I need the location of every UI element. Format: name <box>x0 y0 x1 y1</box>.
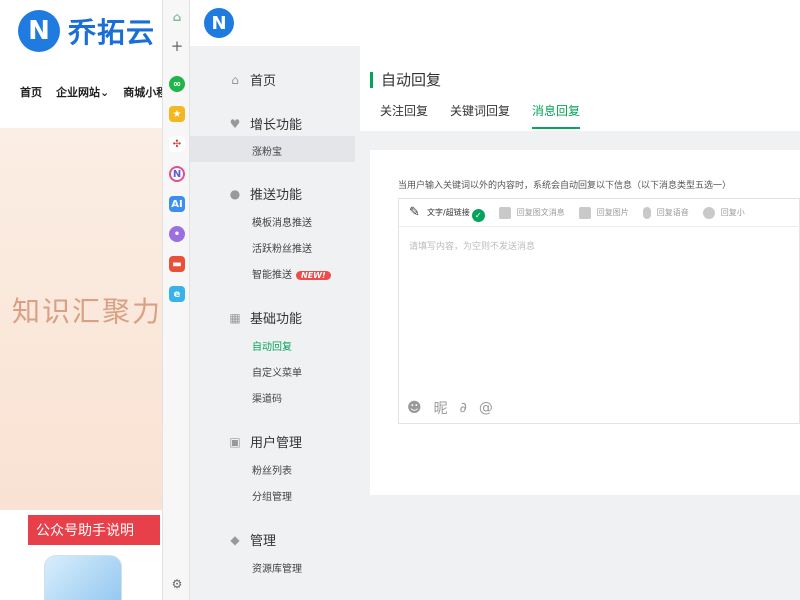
grid-icon: ▦ <box>229 310 241 325</box>
settings-gear-icon[interactable]: ⚙ <box>169 576 185 592</box>
sidebar-group-label: 用户管理 <box>250 436 303 451</box>
tab-follow-reply[interactable]: 关注回复 <box>380 102 428 129</box>
sidebar: ⌂ 首页 ♥ 增长功能 涨粉宝 ● 推送功能 模板消息推送 活跃粉丝推送 智能推… <box>190 46 360 600</box>
sidebar-group-label: 增长功能 <box>250 118 303 133</box>
sidebar-item-label: 智能推送 <box>252 270 292 281</box>
toolbar-mini-program[interactable]: 回复小 <box>702 206 745 219</box>
toolbar-label: 回复语音 <box>656 208 689 217</box>
reply-editor: ✎ 文字/超链接 ✓ 回复图文消息 回复图片 回复语音 回复小 请填写内容，为空… <box>398 198 800 424</box>
sidebar-item-label: 首页 <box>250 74 277 89</box>
sidebar-item-fans-list[interactable]: 粉丝列表 <box>252 462 292 477</box>
tab-keyword-reply[interactable]: 关键词回复 <box>450 102 510 129</box>
sidebar-item-active-fans-push[interactable]: 活跃粉丝推送 <box>252 240 312 255</box>
tab-bar: 关注回复 关键词回复 消息回复 <box>380 102 581 129</box>
sidebar-group-basic[interactable]: ▦ 基础功能 <box>228 308 303 328</box>
sidebar-group-growth[interactable]: ♥ 增长功能 <box>228 114 303 134</box>
site-logo[interactable]: N 乔拓云 <box>18 10 155 52</box>
editor-placeholder[interactable]: 请填写内容，为空则不发送消息 <box>409 239 535 252</box>
sidebar-item-fans-booster[interactable]: 涨粉宝 <box>252 143 282 158</box>
attachment-icon[interactable]: @ <box>479 400 493 416</box>
toolbar-voice[interactable]: 回复语音 <box>642 206 689 219</box>
site-nav: 首页 企业网站⌄ 商城小程序 <box>20 84 178 100</box>
toolbar-label: 回复图片 <box>596 208 629 217</box>
user-icon: ● <box>229 186 241 201</box>
sidebar-item-auto-reply[interactable]: 自动回复 <box>252 338 292 353</box>
sidebar-item-template-push[interactable]: 模板消息推送 <box>252 214 312 229</box>
toolbar-label: 回复小 <box>720 208 745 217</box>
image-icon <box>578 206 591 219</box>
sidebar-item-channel-code[interactable]: 渠道码 <box>252 390 282 405</box>
editor-toolbar: ✎ 文字/超链接 ✓ 回复图文消息 回复图片 回复语音 回复小 <box>399 199 800 227</box>
add-icon[interactable]: + <box>169 37 185 55</box>
reply-card: 当用户输入关键词以外的内容时，系统会自动回复以下信息（以下消息类型五选一） ✎ … <box>370 150 800 495</box>
app-panel: N ⌂ 首页 ♥ 增长功能 涨粉宝 ● 推送功能 模板消息推送 活跃粉丝推送 智… <box>190 0 800 600</box>
heart-icon: ♥ <box>229 116 241 131</box>
panel-topbar: N <box>190 0 800 46</box>
site-help-label[interactable]: 公众号助手说明 <box>28 515 160 545</box>
ai-ext-icon[interactable]: AI <box>169 196 185 212</box>
emoji-icon[interactable]: ☻ <box>407 400 422 416</box>
site-nav-enterprise[interactable]: 企业网站⌄ <box>56 84 109 100</box>
sidebar-item-custom-menu[interactable]: 自定义菜单 <box>252 364 302 379</box>
home-icon[interactable]: ⌂ <box>169 9 185 25</box>
page-title: 自动回复 <box>370 72 441 88</box>
reply-hint-text: 当用户输入关键词以外的内容时，系统会自动回复以下信息（以下消息类型五选一） <box>398 181 732 191</box>
app-icon-image <box>44 555 122 600</box>
sidebar-group-manage[interactable]: ◆ 管理 <box>228 530 277 550</box>
site-hero-text: 知识汇聚力 <box>12 295 163 328</box>
site-logo-text: 乔拓云 <box>68 16 156 49</box>
ring-ext-icon[interactable]: N <box>169 166 185 182</box>
sidebar-group-label: 管理 <box>250 534 277 549</box>
editor-bottom-toolbar: ☻ 昵 ∂ @ <box>407 393 493 423</box>
content-header: 自动回复 关注回复 关键词回复 消息回复 <box>360 46 800 131</box>
edge-ext-icon[interactable]: e <box>169 286 185 302</box>
extension-strip: ⌂ + ∞ ★ ✣ N AI • ▬ e ⚙ <box>162 0 190 600</box>
new-badge: NEW! <box>296 271 331 280</box>
toolbar-text-link[interactable]: ✎ 文字/超链接 ✓ <box>409 203 485 222</box>
nickname-icon[interactable]: 昵 <box>434 398 448 418</box>
tab-message-reply[interactable]: 消息回复 <box>532 102 581 129</box>
pen-icon: ✎ <box>409 204 420 220</box>
home-icon: ⌂ <box>231 72 239 87</box>
check-icon: ✓ <box>471 209 485 222</box>
sidebar-group-users[interactable]: ▣ 用户管理 <box>228 432 303 452</box>
sidebar-group-push[interactable]: ● 推送功能 <box>228 184 303 204</box>
sidebar-group-label: 基础功能 <box>250 312 303 327</box>
toolbar-image[interactable]: 回复图片 <box>578 206 629 219</box>
toolbar-label: 回复图文消息 <box>516 208 565 217</box>
site-nav-home[interactable]: 首页 <box>20 84 42 100</box>
sidebar-item-group-manage[interactable]: 分组管理 <box>252 488 292 503</box>
mini-program-icon <box>702 206 715 219</box>
panel-logo-icon[interactable]: N <box>204 8 234 38</box>
sidebar-item-home[interactable]: ⌂ 首页 <box>228 70 277 90</box>
link-icon[interactable]: ∂ <box>460 400 467 416</box>
link-ext-icon[interactable]: ∞ <box>169 76 185 92</box>
microphone-icon <box>642 206 651 219</box>
logo-mark-icon: N <box>18 10 60 52</box>
toolbar-label: 文字/超链接 <box>427 208 470 217</box>
puzzle-ext-icon[interactable]: ✣ <box>169 136 185 152</box>
cube-icon: ◆ <box>230 532 240 547</box>
star-ext-icon[interactable]: ★ <box>169 106 185 122</box>
game-ext-icon[interactable]: ▬ <box>169 256 185 272</box>
user-card-icon: ▣ <box>229 434 241 449</box>
article-icon <box>498 206 511 219</box>
toolbar-news-message[interactable]: 回复图文消息 <box>498 206 565 219</box>
chat-ext-icon[interactable]: • <box>169 226 185 242</box>
sidebar-item-smart-push[interactable]: 智能推送 NEW! <box>252 266 331 281</box>
sidebar-group-label: 推送功能 <box>250 188 303 203</box>
sidebar-item-resource-library[interactable]: 资源库管理 <box>252 560 302 575</box>
